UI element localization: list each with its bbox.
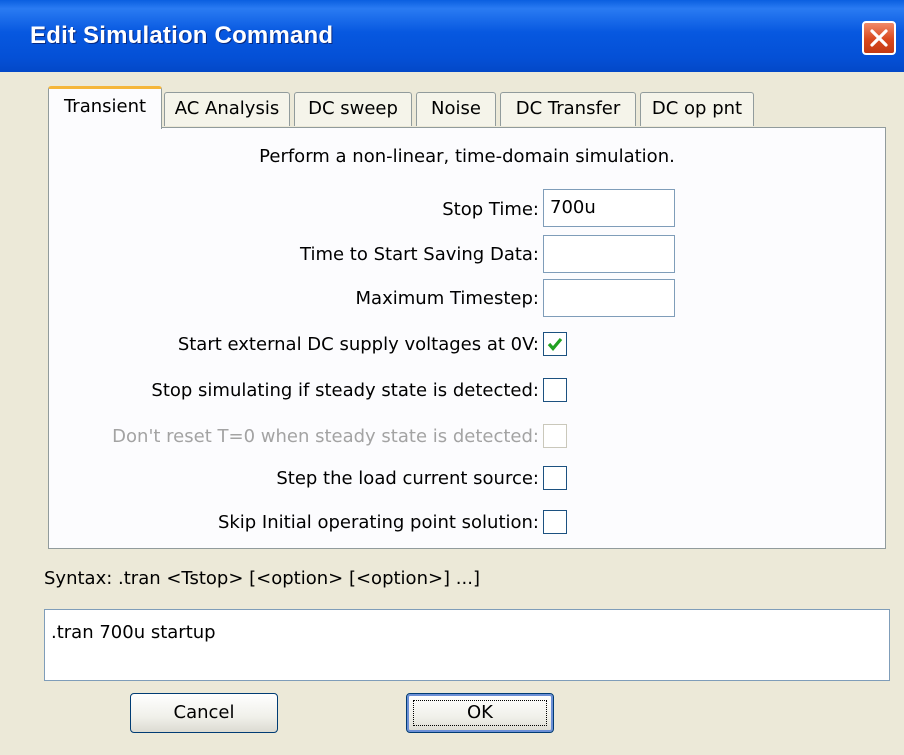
start-saving-label: Time to Start Saving Data: <box>300 244 539 265</box>
cancel-button[interactable]: Cancel <box>130 693 278 733</box>
option-label-dont-reset-t0: Don't reset T=0 when steady state is det… <box>112 426 539 447</box>
option-label-dc-supply-0v: Start external DC supply voltages at 0V: <box>177 334 539 355</box>
max-timestep-label: Maximum Timestep: <box>355 288 539 309</box>
tab-dc-sweep[interactable]: DC sweep <box>294 92 412 126</box>
checkbox-skip-initial-op[interactable] <box>543 510 567 534</box>
option-label-step-load-current: Step the load current source: <box>276 468 539 489</box>
stop-time-label: Stop Time: <box>442 199 539 220</box>
checkbox-stop-steady-state[interactable] <box>543 378 567 402</box>
tab-ac-analysis[interactable]: AC Analysis <box>164 92 290 126</box>
start-saving-input[interactable] <box>543 235 675 273</box>
checkmark-icon <box>547 337 563 351</box>
ok-button[interactable]: OK <box>406 693 554 733</box>
tab-noise[interactable]: Noise <box>416 92 496 126</box>
close-button[interactable] <box>862 21 896 55</box>
option-label-stop-steady-state: Stop simulating if steady state is detec… <box>151 380 539 401</box>
tab-transient[interactable]: Transient <box>48 86 162 129</box>
edit-simulation-dialog: Edit Simulation Command Transient AC Ana… <box>0 0 904 755</box>
close-icon <box>870 29 888 47</box>
checkbox-dc-supply-0v[interactable] <box>543 332 567 356</box>
window-title: Edit Simulation Command <box>30 22 334 49</box>
stop-time-input[interactable]: 700u <box>543 189 675 227</box>
option-label-skip-initial-op: Skip Initial operating point solution: <box>217 512 539 533</box>
ok-button-label: OK <box>467 702 493 723</box>
tab-dc-transfer[interactable]: DC Transfer <box>500 92 636 126</box>
checkbox-step-load-current[interactable] <box>543 466 567 490</box>
command-text-box[interactable]: .tran 700u startup <box>44 609 890 681</box>
transient-panel: Perform a non-linear, time-domain simula… <box>48 127 886 549</box>
tab-dc-op-pnt[interactable]: DC op pnt <box>640 92 754 126</box>
analysis-description: Perform a non-linear, time-domain simula… <box>259 146 675 167</box>
syntax-hint: Syntax: .tran <Tstop> [<option> [<option… <box>44 568 480 589</box>
checkbox-dont-reset-t0 <box>543 424 567 448</box>
title-bar[interactable]: Edit Simulation Command <box>0 0 904 72</box>
cancel-button-label: Cancel <box>173 702 235 723</box>
max-timestep-input[interactable] <box>543 279 675 317</box>
